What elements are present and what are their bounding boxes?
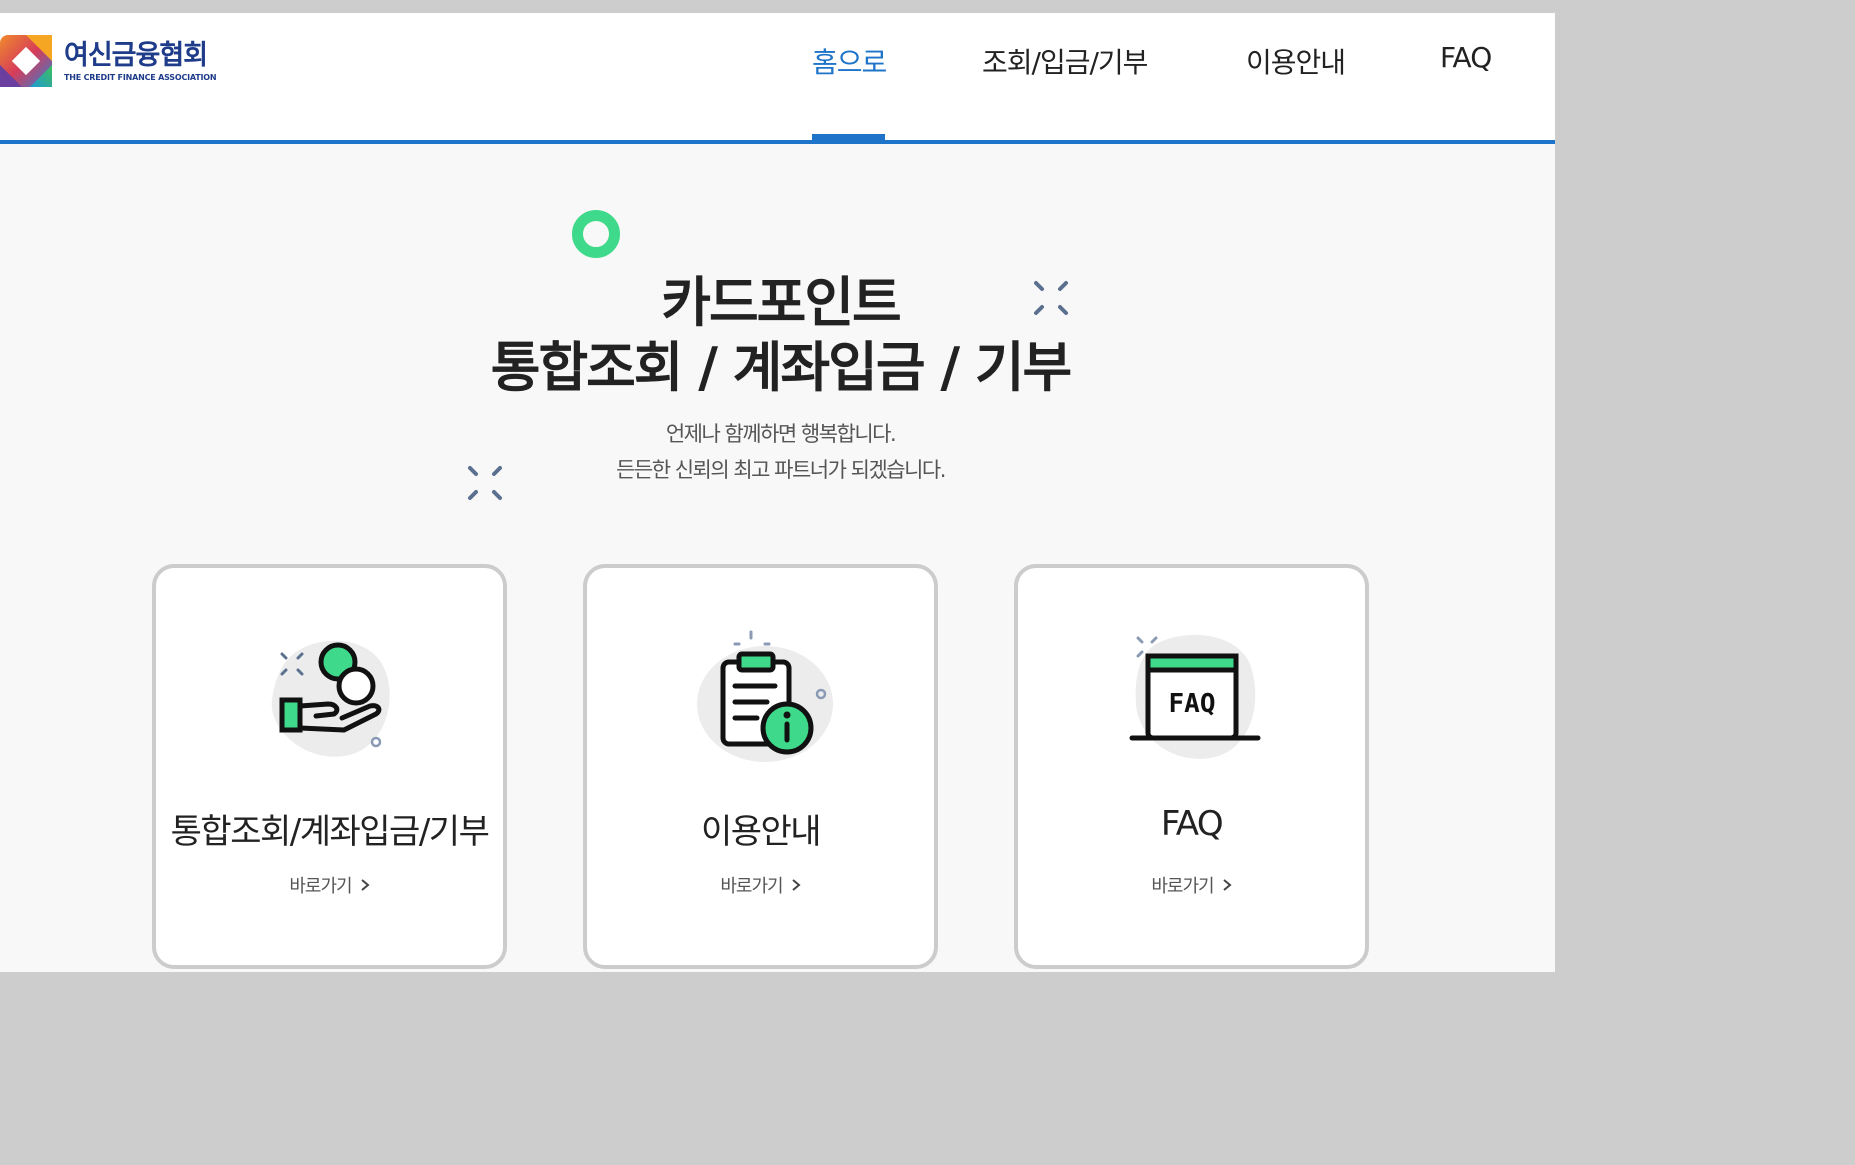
card-link-label: 바로가기 bbox=[720, 876, 783, 897]
card-link[interactable]: 바로가기 bbox=[1018, 872, 1365, 898]
logo-icon bbox=[0, 35, 52, 87]
card-title: 통합조회/계좌입금/기부 bbox=[170, 812, 490, 852]
card-title: 이용안내 bbox=[700, 812, 822, 852]
logo-name: 여신금융협회 bbox=[64, 39, 208, 71]
site-header: 여신금융협회 THE CREDIT FINANCE ASSOCIATION 홈으… bbox=[0, 13, 1555, 140]
nav-faq[interactable]: FAQ bbox=[1440, 41, 1492, 81]
card-link[interactable]: 바로가기 bbox=[156, 872, 503, 898]
card-guide[interactable]: 이용안내 바로가기 bbox=[583, 564, 938, 969]
header-divider bbox=[0, 140, 1555, 144]
card-link-label: 바로가기 bbox=[1151, 876, 1214, 897]
clipboard-info-icon bbox=[697, 630, 833, 762]
card-faq[interactable]: FAQ FAQ 바로가기 bbox=[1014, 564, 1369, 969]
hero-title-line2: 통합조회 / 계좌입금 / 기부 bbox=[490, 336, 1072, 399]
logo-subname: THE CREDIT FINANCE ASSOCIATION bbox=[64, 72, 217, 82]
logo[interactable]: 여신금융협회 THE CREDIT FINANCE ASSOCIATION bbox=[0, 35, 217, 87]
faq-icon-text: FAQ bbox=[1169, 689, 1216, 719]
nav-guide[interactable]: 이용안내 bbox=[1246, 41, 1346, 81]
ring-decoration bbox=[572, 210, 620, 258]
card-inquiry[interactable]: 통합조회/계좌입금/기부 바로가기 bbox=[152, 564, 507, 969]
chevron-right-icon bbox=[1222, 876, 1232, 897]
faq-board-icon: FAQ bbox=[1129, 634, 1261, 759]
chevron-right-icon bbox=[360, 876, 370, 897]
card-link[interactable]: 바로가기 bbox=[587, 872, 934, 898]
coin-hand-icon bbox=[271, 640, 390, 757]
nav-inquiry[interactable]: 조회/입금/기부 bbox=[982, 41, 1148, 81]
nav-home[interactable]: 홈으로 bbox=[812, 41, 887, 81]
hero-subtitle-line1: 언제나 함께하면 행복합니다. bbox=[665, 422, 897, 446]
card-title: FAQ bbox=[1160, 804, 1224, 844]
card-link-label: 바로가기 bbox=[289, 876, 352, 897]
page: 여신금융협회 THE CREDIT FINANCE ASSOCIATION 홈으… bbox=[0, 13, 1555, 972]
hero-subtitle-line2: 든든한 신뢰의 최고 파트너가 되겠습니다. bbox=[616, 458, 946, 482]
chevron-right-icon bbox=[791, 876, 801, 897]
